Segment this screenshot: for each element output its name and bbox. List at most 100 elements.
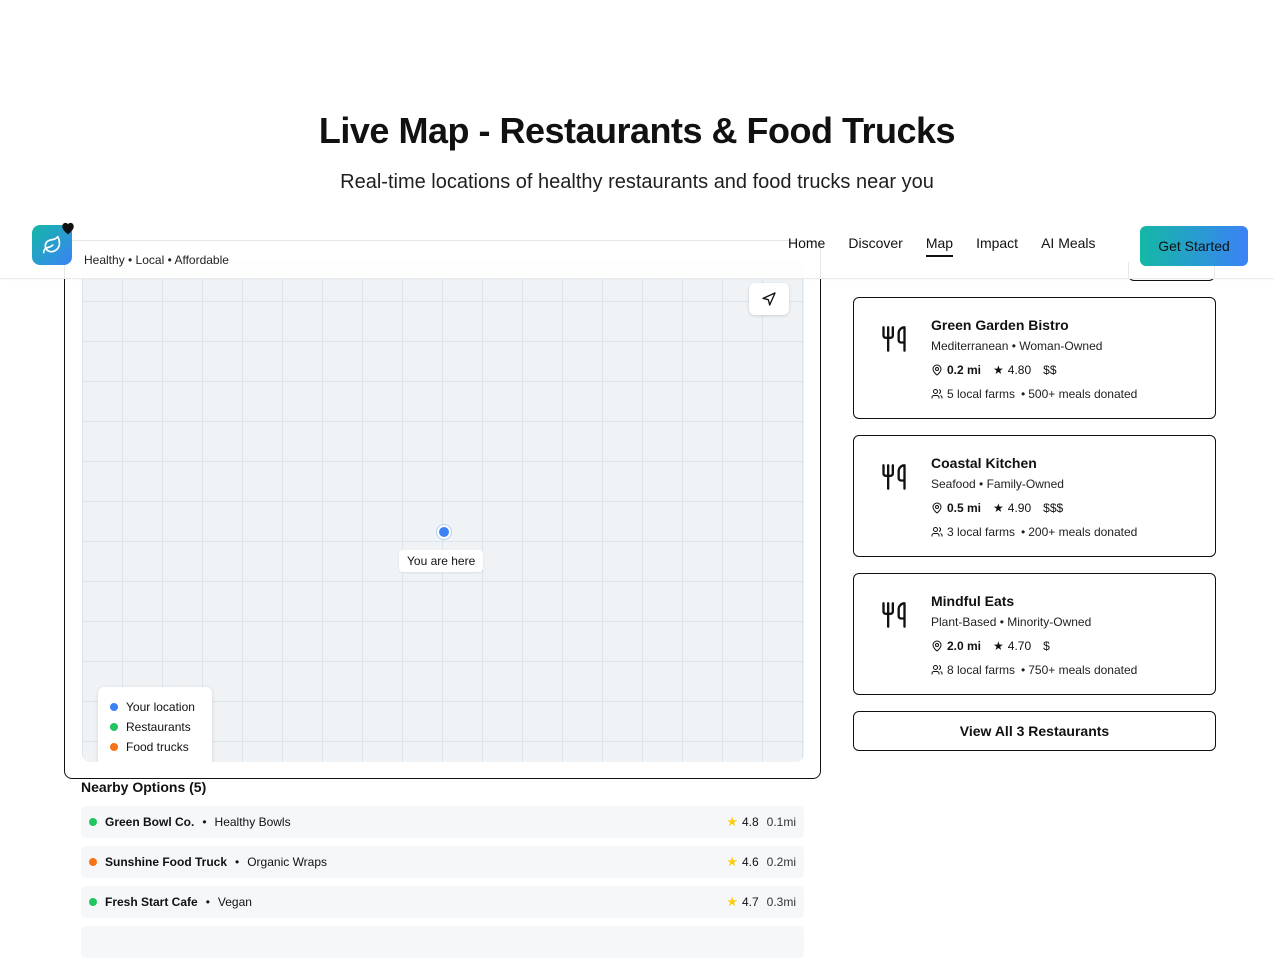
- users-icon: [931, 389, 943, 399]
- restaurant-rating: 4.90: [1007, 501, 1032, 515]
- users-icon: [931, 665, 943, 675]
- restaurant-meta: 0.5 mi ★ 4.90 $$$: [931, 501, 1063, 515]
- separator: •: [1021, 663, 1026, 677]
- status-dot: [89, 858, 97, 866]
- nearby-options-list: Green Bowl Co. • Healthy Bowls ★ 4.8 0.1…: [81, 806, 804, 966]
- user-location-marker[interactable]: [437, 525, 451, 539]
- separator: •: [1021, 525, 1026, 539]
- restaurant-donated: 200+ meals donated: [1028, 525, 1138, 539]
- list-item[interactable]: Fresh Start Cafe • Vegan ★ 4.7 0.3mi: [81, 886, 804, 918]
- fork-knife-icon: [882, 326, 906, 352]
- nearby-category: Vegan: [217, 895, 252, 909]
- restaurant-farms: 5 local farms: [947, 387, 1016, 401]
- nearby-distance: 0.3mi: [766, 895, 796, 909]
- restaurant-impact: 3 local farms • 200+ meals donated: [931, 525, 1137, 539]
- list-item[interactable]: [81, 926, 804, 958]
- status-dot: [89, 898, 97, 906]
- users-icon: [931, 527, 943, 537]
- page-subtitle: Real-time locations of healthy restauran…: [340, 171, 934, 193]
- list-item[interactable]: Green Bowl Co. • Healthy Bowls ★ 4.8 0.1…: [81, 806, 804, 838]
- restaurant-farms: 8 local farms: [947, 663, 1016, 677]
- legend-dot: [110, 743, 118, 751]
- nearby-rating: 4.8: [741, 815, 759, 829]
- star-icon: ★: [993, 639, 1004, 653]
- nearby-name: Sunshine Food Truck: [105, 855, 228, 869]
- nearby-category: Organic Wraps: [247, 855, 328, 869]
- nearby-distance: 0.2mi: [766, 855, 796, 869]
- navigation-arrow-icon: [762, 292, 776, 306]
- restaurant-meta: 0.2 mi ★ 4.80 $$: [931, 363, 1057, 377]
- star-icon: ★: [726, 854, 738, 869]
- restaurant-distance: 0.2 mi: [947, 363, 982, 377]
- restaurant-price: $$: [1043, 363, 1057, 377]
- restaurant-price: $$$: [1043, 501, 1064, 515]
- restaurant-name: Mindful Eats: [931, 593, 1015, 609]
- restaurant-impact: 8 local farms • 750+ meals donated: [931, 663, 1137, 677]
- nearby-distance: 0.1mi: [766, 815, 796, 829]
- nearby-name: Fresh Start Cafe: [105, 895, 198, 909]
- restaurant-tags: Seafood • Family-Owned: [931, 477, 1064, 491]
- restaurant-price: $: [1043, 639, 1050, 653]
- map-legend: Your location Restaurants Food trucks: [98, 687, 212, 762]
- restaurant-card[interactable]: Green Garden Bistro Mediterranean • Woma…: [853, 297, 1216, 419]
- view-all-restaurants-button[interactable]: View All 3 Restaurants: [853, 711, 1216, 751]
- nav-link-map[interactable]: Map: [925, 235, 954, 257]
- live-map[interactable]: You are here Your location Restaurants F…: [82, 261, 804, 762]
- nav-link-impact[interactable]: Impact: [976, 235, 1018, 257]
- nearby-meta: ★ 4.7 0.3mi: [726, 894, 796, 910]
- nearby-meta: ★ 4.8 0.1mi: [726, 814, 796, 830]
- legend-label: Restaurants: [126, 720, 191, 734]
- nearby-options-heading: Nearby Options (5): [81, 779, 207, 795]
- restaurant-cuisine: Mediterranean: [931, 339, 1009, 353]
- restaurant-donated: 500+ meals donated: [1028, 387, 1138, 401]
- separator: •: [202, 815, 207, 829]
- nearby-meta: ★ 4.6 0.2mi: [726, 854, 796, 870]
- fork-knife-icon: [882, 602, 906, 628]
- restaurant-ownership: Minority-Owned: [1007, 615, 1092, 629]
- restaurant-impact: 5 local farms • 500+ meals donated: [931, 387, 1137, 401]
- restaurant-cuisine: Plant-Based: [931, 615, 997, 629]
- star-icon: ★: [993, 363, 1004, 377]
- star-icon: ★: [726, 814, 738, 829]
- top-navbar: Healthy • Local • Affordable Home Discov…: [0, 213, 1274, 279]
- restaurant-donated: 750+ meals donated: [1028, 663, 1138, 677]
- restaurant-name: Green Garden Bistro: [931, 317, 1069, 333]
- nearby-rating: 4.7: [741, 895, 759, 909]
- separator: •: [205, 895, 210, 909]
- restaurant-tags: Plant-Based • Minority-Owned: [931, 615, 1092, 629]
- restaurant-meta: 2.0 mi ★ 4.70 $: [931, 639, 1050, 653]
- get-started-button[interactable]: Get Started: [1140, 226, 1248, 266]
- star-icon: ★: [993, 501, 1004, 515]
- map-pin-icon: [932, 640, 942, 652]
- restaurant-rating: 4.80: [1007, 363, 1032, 377]
- fork-knife-icon: [882, 464, 906, 490]
- legend-label: Food trucks: [126, 740, 189, 754]
- restaurant-farms: 3 local farms: [947, 525, 1016, 539]
- restaurant-ownership: Family-Owned: [986, 477, 1064, 491]
- restaurant-cuisine: Seafood: [931, 477, 976, 491]
- status-dot: [89, 818, 97, 826]
- restaurant-distance: 0.5 mi: [947, 501, 982, 515]
- legend-item: Your location: [110, 697, 200, 717]
- nearby-rating: 4.6: [741, 855, 759, 869]
- nav-link-ai-meals[interactable]: AI Meals: [1041, 235, 1095, 257]
- nearby-category: Healthy Bowls: [214, 815, 291, 829]
- recenter-button[interactable]: [749, 283, 789, 315]
- map-pin-icon: [932, 364, 942, 376]
- nav-links: Home Discover Map Impact AI Meals: [788, 235, 1119, 257]
- separator: •: [1021, 387, 1026, 401]
- map-card: You are here Your location Restaurants F…: [64, 240, 821, 779]
- brand-tagline: Healthy • Local • Affordable: [84, 253, 229, 267]
- restaurant-tags: Mediterranean • Woman-Owned: [931, 339, 1103, 353]
- leaf-icon: [42, 235, 61, 254]
- restaurant-card[interactable]: Coastal Kitchen Seafood • Family-Owned 0…: [853, 435, 1216, 557]
- legend-dot: [110, 723, 118, 731]
- legend-item: Restaurants: [110, 717, 200, 737]
- nav-link-home[interactable]: Home: [788, 235, 825, 257]
- star-icon: ★: [726, 894, 738, 909]
- list-item[interactable]: Sunshine Food Truck • Organic Wraps ★ 4.…: [81, 846, 804, 878]
- nav-link-discover[interactable]: Discover: [848, 235, 902, 257]
- map-pin-icon: [932, 502, 942, 514]
- restaurant-card[interactable]: Mindful Eats Plant-Based • Minority-Owne…: [853, 573, 1216, 695]
- restaurant-distance: 2.0 mi: [947, 639, 982, 653]
